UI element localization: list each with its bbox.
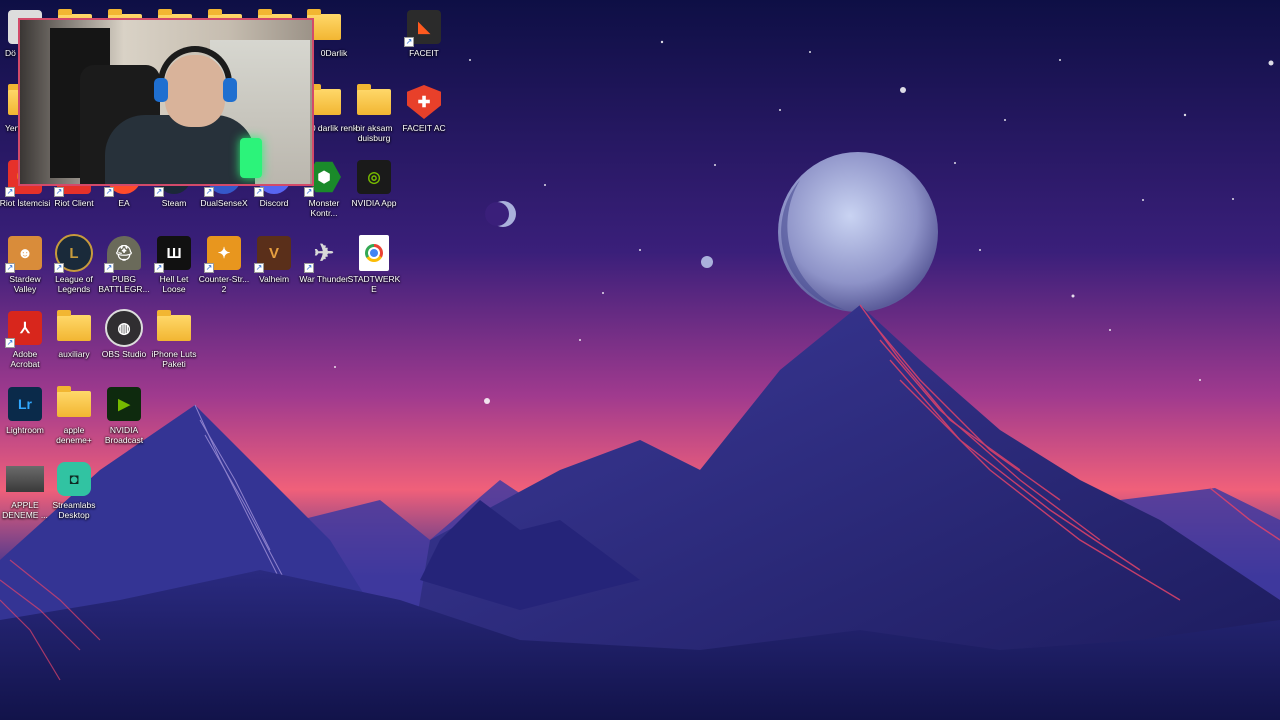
desktop-icon-acrobat[interactable]: ⅄ ↗ Adobe Acrobat — [0, 306, 50, 381]
icon-label: Steam — [161, 198, 187, 208]
icon-label: Riot Client — [54, 198, 94, 208]
desktop-icon-war-thunder[interactable]: ✈ ↗ War Thunder — [299, 231, 349, 306]
icon-label: PUBG BATTLEGR... — [98, 274, 150, 294]
folder-icon — [357, 84, 391, 115]
icon-label: DualSenseX — [200, 198, 248, 208]
folder-icon — [157, 310, 191, 341]
icon-label: auxiliary — [58, 349, 90, 359]
desktop-icon-hll[interactable]: Ш ↗ Hell Let Loose — [149, 231, 199, 306]
icon-label: OBS Studio — [101, 349, 147, 359]
icon-label: FACEIT AC — [402, 123, 446, 133]
icon-label: NVIDIA Broadcast — [104, 425, 144, 445]
icon-label: League of Legends — [55, 274, 93, 294]
desktop-icon-stardew[interactable]: ☻ ↗ Stardew Valley — [0, 231, 50, 306]
desktop-icon-obs[interactable]: ◍ OBS Studio — [99, 306, 149, 381]
icon-label: apple deneme+ — [56, 425, 92, 445]
obs-icon: ◍ — [105, 309, 143, 347]
icon-label: iPhone Luts Paketi — [151, 349, 197, 369]
desktop-icon-nvidia-broadcast[interactable]: ▶ NVIDIA Broadcast — [99, 382, 149, 457]
icon-label: Riot İstemcisi — [0, 198, 51, 208]
desktop-icon-lightroom[interactable]: Lr Lightroom — [0, 382, 50, 457]
desktop-icon-cs2[interactable]: ✦ ↗ Counter-Str... 2 — [199, 231, 249, 306]
document-icon — [359, 235, 389, 271]
desktop-icon-nvidia-app[interactable]: ◎ NVIDIA App — [349, 155, 399, 230]
folder-icon — [57, 310, 91, 341]
icon-label: NVIDIA App — [351, 198, 397, 208]
video-thumb-icon — [6, 466, 44, 492]
icon-label: 0Darlik — [320, 48, 348, 58]
icon-label: Streamlabs Desktop — [52, 500, 96, 520]
desktop-icon-iphone-luts[interactable]: iPhone Luts Paketi — [149, 306, 199, 381]
icon-label: Counter-Str... 2 — [198, 274, 250, 294]
icon-label: bir aksam duisburg — [355, 123, 393, 143]
icon-label: War Thunder — [299, 274, 349, 284]
nvidia-broadcast-icon: ▶ — [107, 387, 141, 421]
folder-icon — [57, 386, 91, 417]
icon-label: FACEIT — [409, 48, 439, 58]
nvidia-icon: ◎ — [357, 160, 391, 194]
desktop-icon-valheim[interactable]: V ↗ Valheim — [249, 231, 299, 306]
icon-label: Discord — [259, 198, 289, 208]
streamlabs-icon: ◘ — [57, 462, 91, 496]
webcam-microphone — [240, 138, 262, 178]
desktop-icon-auxiliary[interactable]: auxiliary — [49, 306, 99, 381]
icon-label: Adobe Acrobat — [10, 349, 40, 369]
webcam-headset-ear — [154, 78, 168, 102]
icon-label: Stardew Valley — [9, 274, 41, 294]
icon-label: APPLE DENEME ... — [2, 500, 48, 520]
desktop-icon-lol[interactable]: L ↗ League of Legends — [49, 231, 99, 306]
icon-label: EA — [118, 198, 130, 208]
desktop-icon-apple-deneme[interactable]: apple deneme+ — [49, 382, 99, 457]
webcam-headset-ear — [223, 78, 237, 102]
icon-label: Valheim — [258, 274, 290, 284]
desktop-icon-faceit-ac[interactable]: ✚ FACEIT AC — [399, 80, 449, 155]
lightroom-icon: Lr — [8, 387, 42, 421]
icon-label: Hell Let Loose — [159, 274, 189, 294]
icon-label: STADTWERKE — [347, 274, 401, 294]
desktop-icon-apple-deneme-video[interactable]: APPLE DENEME ... — [0, 457, 50, 532]
chrome-icon — [365, 244, 383, 262]
webcam-person-body — [105, 115, 255, 184]
desktop-icon-stadtwerke[interactable]: STADTWERKE — [347, 231, 401, 306]
icon-label: Monster Kontr... — [308, 198, 340, 218]
desktop-icon-faceit[interactable]: ◣ ↗ FACEIT — [399, 5, 449, 80]
desktop-icon-streamlabs[interactable]: ◘ Streamlabs Desktop — [49, 457, 99, 532]
desktop-icon-bir-aksam[interactable]: bir aksam duisburg — [349, 80, 399, 155]
icon-label: Lightroom — [6, 425, 44, 435]
webcam-overlay — [18, 18, 314, 186]
desktop-icon-pubg[interactable]: ⛑ ↗ PUBG BATTLEGR... — [98, 231, 150, 306]
faceit-ac-icon: ✚ — [407, 85, 441, 119]
